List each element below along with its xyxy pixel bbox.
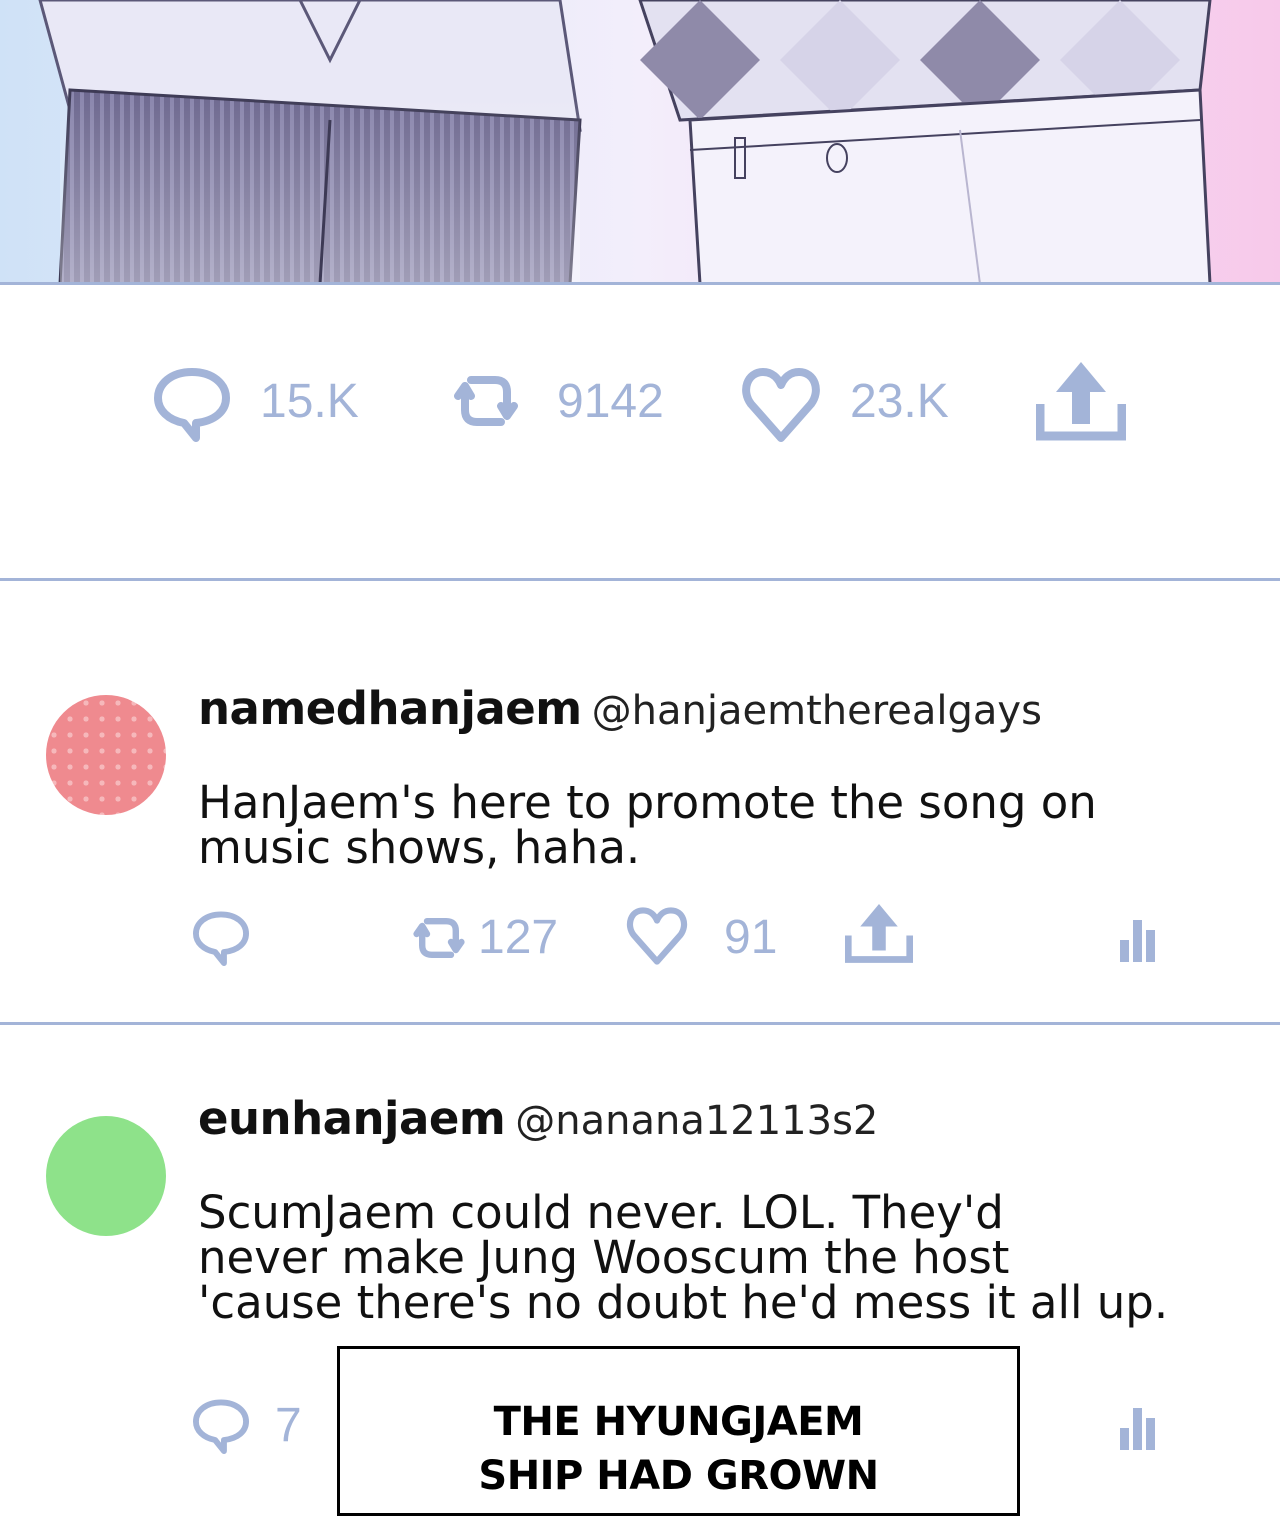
user-handle[interactable]: @hanjaemtherealgays bbox=[592, 688, 1042, 734]
post-illustration bbox=[0, 0, 1280, 284]
analytics-icon[interactable] bbox=[1120, 1400, 1160, 1450]
reply-header: namedhanjaem @hanjaemtherealgays bbox=[198, 682, 1042, 735]
caption-line: SHIP HAD GROWN bbox=[478, 1453, 879, 1499]
reply-header: eunhanjaem @nanana12113s2 bbox=[198, 1092, 878, 1145]
section-divider bbox=[0, 1022, 1280, 1025]
display-name[interactable]: namedhanjaem bbox=[198, 682, 582, 735]
reply-text-line: 'cause there's no doubt he'd mess it all… bbox=[198, 1276, 1169, 1329]
section-divider bbox=[0, 578, 1280, 581]
retweet-icon[interactable] bbox=[411, 910, 467, 966]
reply-like-count: 91 bbox=[724, 911, 778, 964]
retweet-icon[interactable] bbox=[451, 366, 521, 436]
reply-retweet-count: 127 bbox=[478, 911, 559, 964]
reply-text-line: HanJaem's here to promote the song on bbox=[198, 776, 1097, 829]
display-name[interactable]: eunhanjaem bbox=[198, 1092, 506, 1145]
post-like-count: 23.K bbox=[850, 375, 949, 428]
analytics-icon[interactable] bbox=[1120, 912, 1160, 962]
heart-icon[interactable] bbox=[741, 366, 821, 444]
reply-icon[interactable] bbox=[191, 910, 251, 966]
post-reply-count: 15.K bbox=[260, 375, 359, 428]
heart-icon[interactable] bbox=[626, 904, 688, 968]
share-icon[interactable] bbox=[845, 904, 913, 964]
post-retweet-count: 9142 bbox=[557, 375, 664, 428]
reply-text-line: music shows, haha. bbox=[198, 821, 641, 874]
caption-line: THE HYUNGJAEM bbox=[493, 1399, 864, 1445]
avatar[interactable] bbox=[46, 695, 166, 815]
narration-caption-box: THE HYUNGJAEM SHIP HAD GROWN bbox=[337, 1346, 1020, 1516]
reply-icon[interactable] bbox=[191, 1398, 251, 1454]
reply-icon[interactable] bbox=[152, 366, 232, 442]
share-icon[interactable] bbox=[1036, 362, 1126, 442]
avatar[interactable] bbox=[46, 1116, 166, 1236]
user-handle[interactable]: @nanana12113s2 bbox=[515, 1098, 878, 1144]
illustration-divider bbox=[0, 282, 1280, 285]
reply-reply-count: 7 bbox=[275, 1399, 302, 1452]
reply-text-line: ScumJaem could never. LOL. They'd bbox=[198, 1186, 1004, 1239]
reply-text-line: never make Jung Wooscum the host bbox=[198, 1231, 1010, 1284]
